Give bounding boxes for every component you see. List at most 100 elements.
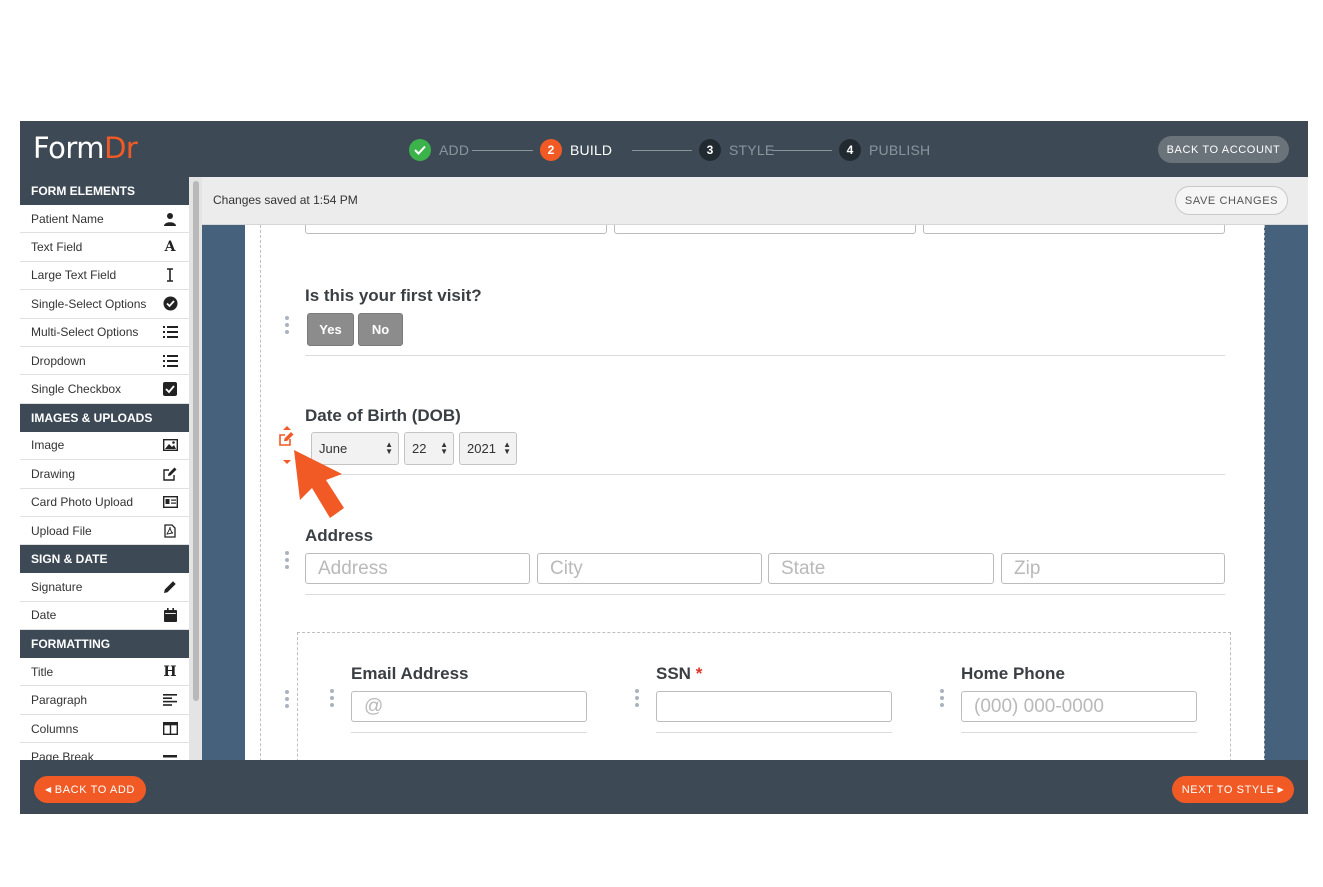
step-add[interactable]: ADD	[409, 138, 469, 162]
zip-field[interactable]: Zip	[1001, 553, 1225, 584]
list-icon	[162, 324, 178, 340]
sidebar-item-text-field[interactable]: Text Field A	[20, 233, 189, 262]
first-visit-label: Is this your first visit?	[305, 286, 482, 305]
sidebar-item-dropdown[interactable]: Dropdown	[20, 346, 189, 376]
sidebar-item-label: Paragraph	[31, 693, 88, 708]
align-left-icon	[162, 692, 178, 708]
text-cursor-icon	[162, 267, 178, 283]
email-field[interactable]: @	[351, 691, 587, 722]
next-to-style-label: NEXT TO STYLE	[1181, 783, 1275, 796]
id-card-icon	[162, 494, 178, 510]
sidebar-item-patient-name[interactable]: Patient Name	[20, 205, 189, 234]
step-connector	[472, 150, 533, 151]
pointer-arrow-icon	[292, 448, 362, 528]
drag-handle-icon[interactable]	[285, 551, 289, 572]
columns-icon	[162, 721, 178, 737]
sidebar-scrollbar-thumb[interactable]	[193, 181, 199, 701]
drag-handle-icon[interactable]	[285, 690, 289, 711]
save-changes-button[interactable]: SAVE CHANGES	[1175, 186, 1288, 215]
checkbox-icon	[162, 381, 178, 397]
sidebar-item-upload-file[interactable]: Upload File	[20, 516, 189, 546]
sidebar-item-label: Title	[31, 664, 54, 679]
check-icon	[409, 139, 431, 161]
step-label: PUBLISH	[869, 142, 931, 158]
step-publish[interactable]: 4 PUBLISH	[839, 138, 930, 162]
sidebar-item-single-checkbox[interactable]: Single Checkbox	[20, 375, 189, 404]
sidebar-item-label: Date	[31, 608, 57, 623]
chevron-right-icon: ▶	[1277, 785, 1285, 794]
list-icon	[162, 353, 178, 369]
sidebar-item-large-text-field[interactable]: Large Text Field	[20, 261, 189, 291]
dob-label: Date of Birth (DOB)	[305, 406, 461, 425]
home-phone-label: Home Phone	[961, 664, 1065, 683]
step-style[interactable]: 3 STYLE	[699, 138, 774, 162]
sidebar-item-paragraph[interactable]: Paragraph	[20, 686, 189, 715]
formdr-logo[interactable]: FormDr	[33, 131, 138, 165]
section-formatting: FORMATTING	[20, 630, 189, 659]
field-divider	[961, 732, 1197, 733]
option-no[interactable]: No	[358, 313, 403, 346]
ssn-field[interactable]	[656, 691, 892, 722]
back-to-add-button[interactable]: ◀ BACK TO ADD	[34, 776, 146, 803]
sidebar-item-label: Large Text Field	[31, 268, 117, 283]
state-field[interactable]: State	[768, 553, 994, 584]
sidebar-item-drawing[interactable]: Drawing	[20, 460, 189, 489]
sidebar-item-image[interactable]: Image	[20, 431, 189, 461]
email-label: Email Address	[351, 664, 469, 683]
select-arrows-icon: ▲ ▼	[440, 440, 448, 456]
step-label: ADD	[439, 142, 470, 158]
chevron-left-icon: ◀	[45, 785, 52, 794]
person-icon	[162, 211, 178, 227]
dob-day-select[interactable]: 22 ▲ ▼	[404, 432, 454, 465]
form-workspace: Changes saved at 1:54 PM SAVE CHANGES Fi…	[202, 177, 1308, 760]
sidebar-item-single-select[interactable]: Single-Select Options	[20, 290, 189, 319]
logo-text-form: Form	[33, 131, 105, 165]
city-field[interactable]: City	[537, 553, 762, 584]
drag-handle-icon[interactable]	[330, 689, 334, 710]
field-divider	[305, 355, 1225, 356]
minus-icon	[162, 749, 178, 760]
sidebar-item-columns[interactable]: Columns	[20, 714, 189, 744]
pdf-file-icon	[162, 523, 178, 539]
sidebar-item-multi-select[interactable]: Multi-Select Options	[20, 318, 189, 347]
section-sign-date: SIGN & DATE	[20, 545, 189, 574]
sidebar-item-label: Upload File	[31, 523, 92, 538]
sidebar-item-label: Dropdown	[31, 353, 86, 368]
edit-icon	[162, 466, 178, 482]
field-divider	[656, 732, 892, 733]
sidebar-item-label: Multi-Select Options	[31, 325, 139, 340]
drag-handle-icon[interactable]	[940, 689, 944, 710]
sidebar-item-page-break[interactable]: Page Break	[20, 743, 189, 760]
save-bar: Changes saved at 1:54 PM SAVE CHANGES	[202, 177, 1308, 225]
next-to-style-button[interactable]: NEXT TO STYLE ▶	[1172, 776, 1294, 803]
dob-year-value: 2021	[467, 441, 496, 456]
drag-handle-icon[interactable]	[285, 316, 289, 337]
field-divider	[351, 732, 587, 733]
sidebar-item-signature[interactable]: Signature	[20, 573, 189, 602]
dob-day-value: 22	[412, 441, 427, 456]
sidebar-item-label: Text Field	[31, 240, 83, 255]
sidebar-item-label: Columns	[31, 721, 79, 736]
form-builder-window: FormDr ADD 2 BUILD 3 STYLE 4 PUBLISH BAC…	[20, 121, 1308, 814]
field-divider	[305, 474, 1225, 475]
sidebar-item-card-photo-upload[interactable]: Card Photo Upload	[20, 488, 189, 517]
drag-handle-icon[interactable]	[635, 689, 639, 710]
step-build[interactable]: 2 BUILD	[540, 138, 612, 162]
heading-icon: H	[163, 663, 177, 680]
sidebar-item-label: Signature	[31, 579, 83, 594]
pencil-icon	[162, 579, 178, 595]
required-mark: *	[695, 664, 703, 683]
sidebar-item-title[interactable]: Title H	[20, 658, 189, 687]
sidebar-item-label: Single-Select Options	[31, 296, 147, 311]
back-to-account-button[interactable]: BACK TO ACCOUNT	[1158, 136, 1289, 163]
letter-a-icon: A	[164, 239, 176, 256]
home-phone-field[interactable]: (000) 000-0000	[961, 691, 1197, 722]
step-label: BUILD	[570, 142, 613, 158]
dob-year-select[interactable]: 2021 ▲ ▼	[459, 432, 517, 465]
logo-text-dr: Dr	[104, 131, 138, 165]
sidebar-item-date[interactable]: Date	[20, 601, 189, 631]
option-yes[interactable]: Yes	[307, 313, 354, 346]
sidebar-item-label: Patient Name	[31, 211, 104, 226]
select-arrows-icon: ▲ ▼	[503, 440, 511, 456]
address-field[interactable]: Address	[305, 553, 530, 584]
